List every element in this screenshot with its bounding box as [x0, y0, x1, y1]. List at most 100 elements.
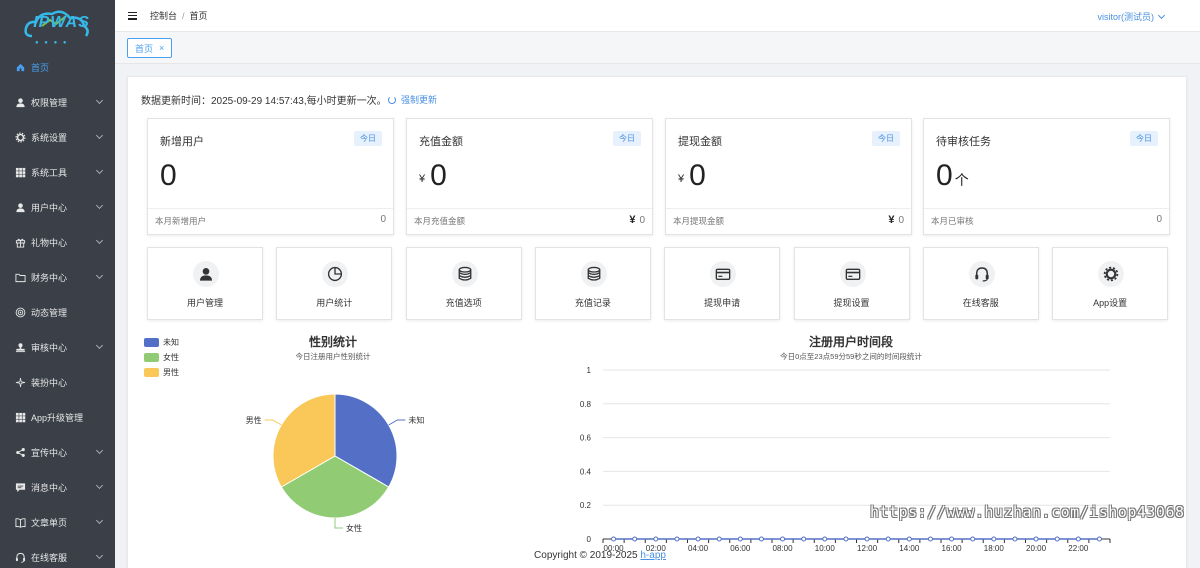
close-icon[interactable]: × — [159, 43, 164, 53]
sidebar-item[interactable]: 审核中心 — [0, 330, 115, 365]
stat-card-title: 提现金额 — [678, 136, 722, 148]
breadcrumb-item-console[interactable]: 控制台 — [150, 11, 177, 21]
data-point[interactable] — [737, 536, 743, 542]
user-name: visitor(测试员) — [1097, 12, 1155, 22]
data-point[interactable] — [885, 536, 891, 542]
data-point[interactable] — [653, 536, 659, 542]
breadcrumb: 控制台 / 首页 — [150, 9, 208, 22]
copyright-link[interactable]: h-app — [640, 550, 666, 561]
stat-foot-number: 0 — [898, 215, 904, 226]
sidebar-item-label: App升级管理 — [31, 413, 84, 423]
shortcut-label: 充值选项 — [445, 298, 482, 308]
grid-icon — [15, 412, 26, 423]
sidebar-item[interactable]: 用户中心 — [0, 190, 115, 225]
update-time-text: 数据更新时间：2025-09-29 14:57:43,每小时更新一次。 — [141, 96, 387, 107]
data-point[interactable] — [695, 536, 701, 542]
shortcut-label: 充值记录 — [574, 298, 611, 308]
legend-item[interactable]: 未知 — [144, 335, 179, 350]
sidebar-item[interactable]: 首页 — [0, 50, 115, 85]
shortcut-tile[interactable]: 用户统计 — [276, 247, 393, 320]
shortcut-tile[interactable]: 提现设置 — [793, 247, 910, 320]
sidebar-item[interactable]: 礼物中心 — [0, 225, 115, 260]
data-point[interactable] — [780, 536, 786, 542]
data-point[interactable] — [611, 536, 617, 542]
share-icon — [15, 447, 26, 458]
breadcrumb-item-home: 首页 — [189, 11, 208, 21]
menu-toggle-icon[interactable] — [128, 11, 137, 20]
data-point[interactable] — [991, 536, 997, 542]
stat-card-divider — [924, 208, 1169, 209]
shortcut-tile[interactable]: 在线客服 — [922, 247, 1039, 320]
copyright: Copyright © 2019-2025 h-app — [0, 550, 1200, 561]
data-point[interactable] — [758, 536, 764, 542]
sidebar-item[interactable]: 权限管理 — [0, 85, 115, 120]
data-point[interactable] — [1033, 536, 1039, 542]
data-point[interactable] — [822, 536, 828, 542]
sidebar-item[interactable]: 系统设置 — [0, 120, 115, 155]
pie-chart-subtitle: 今日注册用户性别统计 — [295, 352, 371, 361]
tab-home[interactable]: 首页 × — [127, 38, 173, 58]
data-point[interactable] — [674, 536, 680, 542]
chevron-down-icon — [95, 236, 104, 245]
data-point[interactable] — [906, 536, 912, 542]
shortcut-tile[interactable]: 用户管理 — [147, 247, 263, 320]
stat-card: 提现金额 今日 ¥0 本月提现金额 ¥0 — [665, 118, 912, 235]
stat-card-divider — [407, 208, 652, 209]
stat-value-unit: 个 — [954, 172, 969, 188]
data-point[interactable] — [801, 536, 807, 542]
logo[interactable]: ● ● ● ● IPWAS — [0, 0, 115, 50]
book-icon — [15, 517, 26, 528]
chevron-down-icon — [1157, 11, 1166, 20]
data-point[interactable] — [970, 536, 976, 542]
data-point[interactable] — [1096, 536, 1102, 542]
currency-symbol: ¥ — [419, 173, 426, 185]
chevron-down-icon — [95, 201, 104, 210]
pie-label-line — [264, 419, 282, 426]
sidebar-item[interactable]: 消息中心 — [0, 470, 115, 505]
sidebar-item[interactable]: 系统工具 — [0, 155, 115, 190]
stat-card-title: 待审核任务 — [936, 136, 991, 148]
stat-card-foot-value: ¥0 — [888, 214, 904, 226]
shortcut-tile[interactable]: 提现申请 — [664, 247, 781, 320]
data-point[interactable] — [632, 536, 638, 542]
sidebar-item[interactable]: 动态管理 — [0, 295, 115, 330]
stat-card: 待审核任务 今日 0 个本月已审核 0 — [923, 118, 1170, 235]
shortcut-tile[interactable]: 充值记录 — [534, 247, 651, 320]
shortcut-tile[interactable]: App设置 — [1052, 247, 1169, 320]
data-point[interactable] — [927, 536, 933, 542]
stat-foot-number: 0 — [639, 215, 645, 226]
credit-card-icon — [839, 261, 866, 287]
force-refresh-button[interactable]: 强制更新 — [388, 93, 437, 106]
data-point[interactable] — [1012, 536, 1018, 542]
sidebar-item-label: 装扮中心 — [31, 378, 68, 388]
data-point[interactable] — [843, 536, 849, 542]
data-point[interactable] — [949, 536, 955, 542]
sidebar-item-label: 礼物中心 — [31, 238, 68, 248]
line-chart: 00.20.40.60.8100:00 02:00 04:00 06:00 08:00 1… — [580, 366, 1111, 553]
chevron-down-icon — [95, 96, 104, 105]
stat-card-foot-label: 本月已审核 — [931, 216, 974, 226]
sidebar: ● ● ● ● IPWAS 首页 权限管理 系统设置 系统工具 用户中心礼物中心财务中心… — [0, 0, 115, 568]
shortcut-label: 在线客服 — [962, 298, 999, 308]
data-point[interactable] — [1054, 536, 1060, 542]
sidebar-item[interactable]: 宣传中心 — [0, 435, 115, 470]
message-icon — [15, 482, 26, 493]
data-point[interactable] — [716, 536, 722, 542]
breadcrumb-separator: / — [182, 11, 185, 21]
legend-item[interactable]: 女性 — [144, 350, 179, 365]
stat-card-foot-label: 本月提现金额 — [673, 216, 725, 226]
sidebar-item[interactable]: 文章单页 — [0, 505, 115, 540]
sidebar-item[interactable]: 装扮中心 — [0, 365, 115, 400]
pie-chart-title: 性别统计 — [308, 335, 357, 349]
data-point[interactable] — [864, 536, 870, 542]
legend-label: 未知 — [163, 338, 179, 347]
stat-card-value: ¥0 — [419, 159, 447, 193]
copyright-text: Copyright © 2019-2025 — [534, 550, 641, 561]
stat-card-badge: 今日 — [1130, 131, 1158, 146]
shortcut-tile[interactable]: 充值选项 — [405, 247, 522, 320]
sidebar-item-label: 文章单页 — [31, 518, 68, 528]
sidebar-item[interactable]: App升级管理 — [0, 400, 115, 435]
user-menu[interactable]: visitor(测试员) — [1097, 10, 1166, 23]
sidebar-item[interactable]: 财务中心 — [0, 260, 115, 295]
data-point[interactable] — [1075, 536, 1081, 542]
